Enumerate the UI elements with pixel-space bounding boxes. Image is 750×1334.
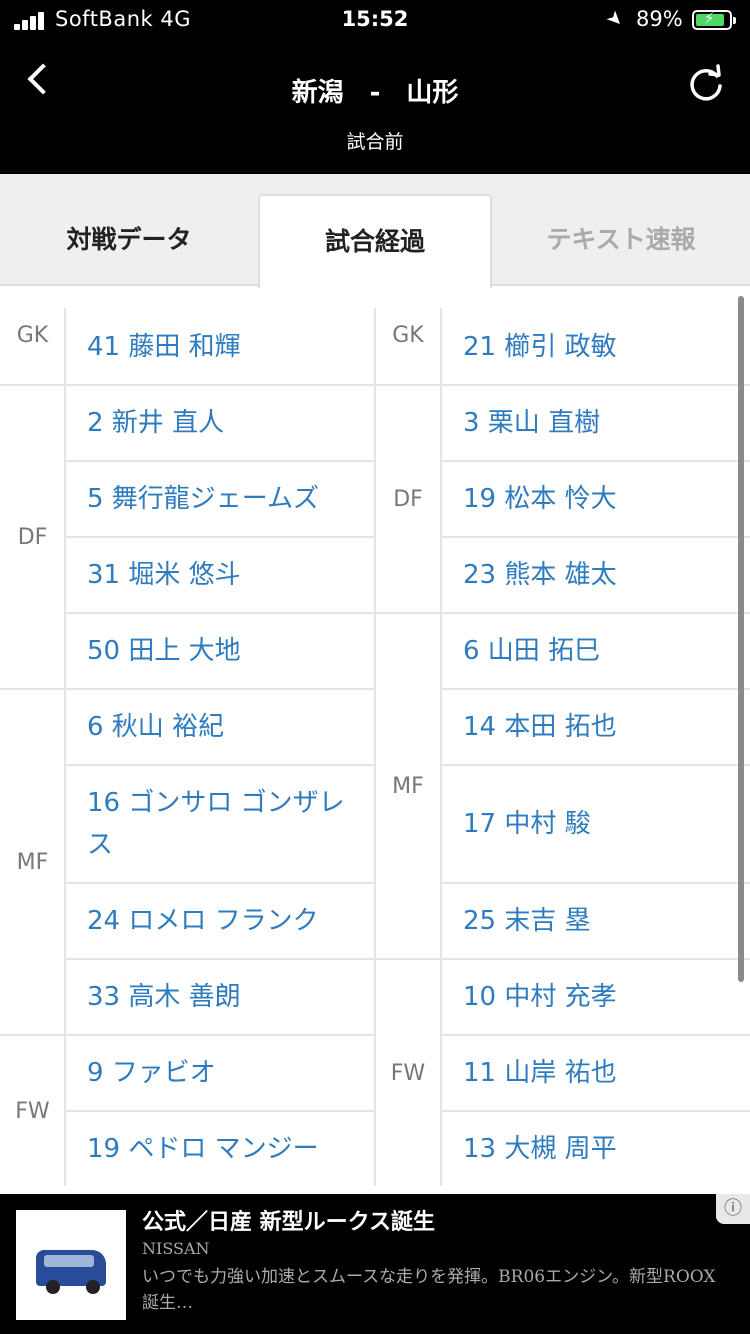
home-position-fw: FW bbox=[0, 1036, 65, 1186]
away-player[interactable]: 21 櫛引 政敏 bbox=[441, 310, 750, 386]
home-position-gk: GK bbox=[0, 286, 65, 386]
away-player[interactable]: 19 松本 怜大 bbox=[441, 462, 750, 538]
home-player[interactable]: 5 舞行龍ジェームズ bbox=[65, 462, 375, 538]
ad-description: いつでも力強い加速とスムースな走りを発揮。BR06エンジン。新型ROOX誕生… bbox=[142, 1267, 716, 1313]
ad-banner[interactable]: 公式／日産 新型ルークス誕生 NISSAN いつでも力強い加速とスムースな走りを… bbox=[0, 1194, 750, 1334]
home-position-df: DF bbox=[0, 386, 65, 690]
column-divider bbox=[64, 308, 66, 1186]
tab-match-progress[interactable]: 試合経過 bbox=[258, 194, 492, 288]
home-player[interactable]: 33 高木 善朗 bbox=[65, 960, 375, 1036]
battery-percent: 89% bbox=[636, 7, 683, 31]
away-player[interactable]: 13 大槻 周平 bbox=[441, 1112, 750, 1186]
away-player[interactable]: 6 山田 拓巳 bbox=[441, 614, 750, 690]
home-player[interactable]: 9 ファビオ bbox=[65, 1036, 375, 1112]
home-player[interactable]: 2 新井 直人 bbox=[65, 386, 375, 462]
away-position-mf: MF bbox=[375, 614, 441, 960]
away-player[interactable]: 25 末吉 塁 bbox=[441, 884, 750, 960]
battery-icon: ⚡ bbox=[692, 9, 736, 30]
away-player[interactable]: 17 中村 駿 bbox=[441, 766, 750, 884]
tab-match-data[interactable]: 対戦データ bbox=[0, 194, 258, 286]
home-player[interactable]: 24 ロメロ フランク bbox=[65, 884, 375, 960]
tab-text-updates[interactable]: テキスト速報 bbox=[492, 194, 750, 286]
away-player[interactable]: 11 山岸 祐也 bbox=[441, 1036, 750, 1112]
away-position-gk: GK bbox=[375, 286, 441, 386]
charging-bolt-icon: ⚡ bbox=[704, 9, 715, 27]
ad-brand: NISSAN bbox=[142, 1239, 210, 1258]
home-player[interactable]: 6 秋山 裕紀 bbox=[65, 690, 375, 766]
away-position-df: DF bbox=[375, 386, 441, 614]
home-player[interactable]: 19 ペドロ マンジー bbox=[65, 1112, 375, 1186]
status-bar: SoftBank 4G 15:52 ➤ 89% ⚡ bbox=[0, 0, 750, 42]
away-player[interactable]: 3 栗山 直樹 bbox=[441, 386, 750, 462]
column-divider bbox=[440, 308, 442, 1186]
match-title: 新潟 - 山形 bbox=[291, 78, 459, 108]
tab-bar: 対戦データ 試合経過 テキスト速報 bbox=[0, 174, 750, 288]
home-player[interactable]: 50 田上 大地 bbox=[65, 614, 375, 690]
refresh-icon bbox=[690, 64, 722, 101]
away-position-fw: FW bbox=[375, 960, 441, 1186]
home-player[interactable]: 16 ゴンサロ ゴンザレス bbox=[65, 766, 375, 884]
home-player[interactable]: 31 堀米 悠斗 bbox=[65, 538, 375, 614]
away-player[interactable]: 14 本田 拓也 bbox=[441, 690, 750, 766]
away-player[interactable]: 23 熊本 雄太 bbox=[441, 538, 750, 614]
match-status: 試合前 bbox=[346, 131, 404, 153]
lineup-table: GK DF MF FW 41 藤田 和輝 2 新井 直人 5 舞行龍ジェームズ … bbox=[0, 286, 750, 1186]
scrollbar[interactable] bbox=[738, 296, 744, 982]
ad-image bbox=[16, 1210, 126, 1320]
top-bar: SoftBank 4G 15:52 ➤ 89% ⚡ 新潟 - 山形 試合前 bbox=[0, 0, 750, 174]
info-icon[interactable]: ⓘ bbox=[716, 1194, 750, 1224]
column-divider bbox=[374, 308, 376, 1186]
ad-title[interactable]: 公式／日産 新型ルークス誕生 bbox=[142, 1204, 435, 1236]
home-player[interactable]: 41 藤田 和輝 bbox=[65, 310, 375, 386]
away-player[interactable]: 10 中村 充孝 bbox=[441, 960, 750, 1036]
refresh-button[interactable] bbox=[686, 64, 726, 104]
home-position-mf: MF bbox=[0, 690, 65, 1036]
